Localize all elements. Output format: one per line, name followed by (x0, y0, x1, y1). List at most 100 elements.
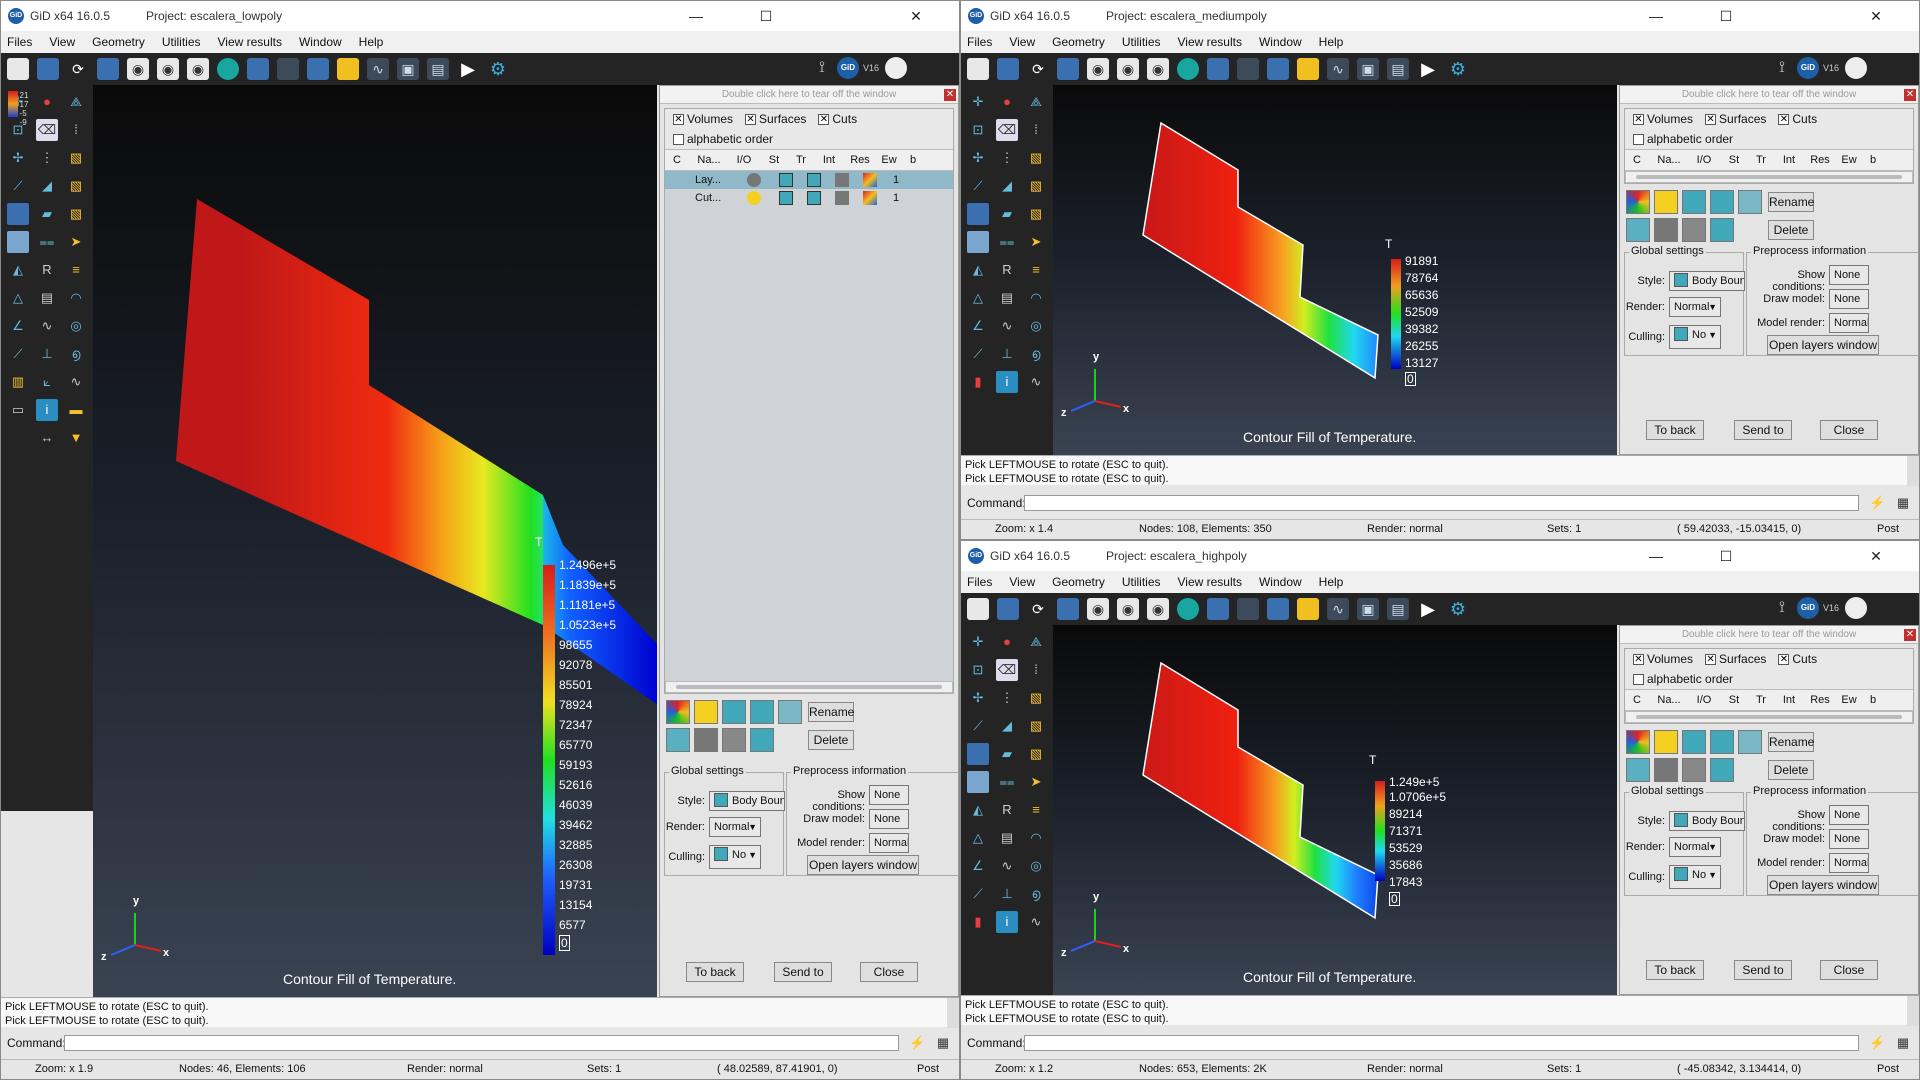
menu-window[interactable]: Window (1259, 35, 1302, 49)
settings-gear-icon[interactable]: ⚙ (1447, 58, 1469, 80)
measure-icon[interactable]: ⟟ (1779, 599, 1785, 617)
doc-icon[interactable]: ▤ (36, 287, 58, 309)
minimize-button[interactable]: — (1633, 541, 1679, 571)
col-tr[interactable]: Tr (789, 154, 813, 166)
grid-icon[interactable]: ▦ (1895, 1035, 1911, 1051)
contour-icon[interactable]: ◎ (65, 315, 87, 337)
stripes-icon[interactable]: ▧ (65, 147, 87, 169)
cut-plane-icon[interactable]: ◢ (996, 715, 1018, 737)
rotate-icon[interactable]: ✢ (967, 687, 989, 709)
frame-style-icon[interactable] (1710, 730, 1734, 754)
line-icon[interactable]: ⟋ (967, 715, 989, 737)
style-icon[interactable] (779, 173, 793, 187)
bulb-toggle-icon[interactable] (694, 700, 718, 724)
curve-icon[interactable]: ∠ (967, 315, 989, 337)
menu-utilities[interactable]: Utilities (162, 35, 201, 49)
refresh-icon[interactable]: ⟳ (67, 58, 89, 80)
prism-icon[interactable]: ◭ (967, 799, 989, 821)
style-select[interactable]: Body Bound (1669, 811, 1745, 831)
stripes2-icon[interactable]: ▧ (1025, 175, 1047, 197)
arrow-yellow-icon[interactable]: ➤ (1025, 231, 1047, 253)
volumes-checkbox[interactable]: ✕ (1633, 113, 1644, 125)
white-box-icon[interactable] (750, 728, 774, 752)
open-folder-icon[interactable] (37, 58, 59, 80)
equals-icon[interactable]: ⩵ (36, 231, 58, 253)
stripes-icon[interactable]: ▧ (1025, 147, 1047, 169)
bulb-dark-icon[interactable] (1654, 758, 1678, 782)
graph-icon[interactable]: ∿ (1327, 58, 1349, 80)
square-icon[interactable] (7, 203, 29, 225)
model-render-select[interactable]: Normal (869, 833, 909, 853)
panel-close-button[interactable]: Close (860, 962, 918, 982)
minimize-button[interactable]: — (1633, 1, 1679, 31)
frame-style-icon[interactable] (750, 700, 774, 724)
record-icon[interactable]: ● (996, 631, 1018, 653)
col-io[interactable]: I/O (729, 154, 759, 166)
col-int[interactable]: Int (1773, 154, 1805, 166)
surface-icon[interactable] (967, 771, 989, 793)
frame-icon[interactable]: ▣ (1357, 598, 1379, 620)
xy-axes-icon[interactable]: ⊥ (36, 343, 58, 365)
alphabetic-checkbox[interactable] (1633, 133, 1644, 145)
white-box-icon[interactable] (1710, 758, 1734, 782)
layer-row[interactable]: Lay... 1 (665, 171, 953, 189)
triangle-mesh-icon[interactable]: ⟁ (65, 91, 87, 113)
play-icon[interactable]: ▶ (1417, 598, 1439, 620)
mesh-style-icon[interactable] (722, 700, 746, 724)
new-file-icon[interactable] (967, 598, 989, 620)
crosshair-icon[interactable]: ✛ (967, 631, 989, 653)
send-to-button[interactable]: Send to (774, 962, 832, 982)
menu-view[interactable]: View (1009, 35, 1035, 49)
menu-help[interactable]: Help (1319, 575, 1344, 589)
menu-window[interactable]: Window (1259, 575, 1302, 589)
surface-icon[interactable] (7, 231, 29, 253)
menu-utilities[interactable]: Utilities (1122, 575, 1161, 589)
layers-icon[interactable] (1267, 598, 1289, 620)
col-st[interactable]: St (1719, 694, 1749, 706)
curve-icon[interactable]: ∠ (967, 855, 989, 877)
view-eye-icon[interactable]: ◉ (127, 58, 149, 80)
wave-icon[interactable]: ∿ (36, 315, 58, 337)
info-icon[interactable]: i (36, 399, 58, 421)
bulb-dark-icon[interactable] (1654, 218, 1678, 242)
refresh-icon[interactable]: ⟳ (1027, 598, 1049, 620)
style-select[interactable]: Body Bound (709, 791, 785, 811)
stripes3-icon[interactable]: ▧ (1025, 203, 1047, 225)
col-int[interactable]: Int (1773, 694, 1805, 706)
surfaces-checkbox[interactable]: ✕ (1705, 653, 1717, 665)
menu-view[interactable]: View (49, 35, 75, 49)
color-wheel-icon[interactable] (666, 700, 690, 724)
settings-gear-icon[interactable]: ⚙ (487, 58, 509, 80)
node-icon[interactable]: ⊡ (967, 119, 989, 141)
tear-off-bar[interactable]: Double click here to tear off the window… (660, 86, 958, 104)
status-scrollbar[interactable] (1907, 996, 1919, 1026)
small-box-icon[interactable] (666, 728, 690, 752)
culling-select[interactable]: No ▼ (1669, 865, 1721, 889)
measure-line-icon[interactable]: ⟋ (967, 883, 989, 905)
layers-icon[interactable] (1267, 58, 1289, 80)
col-b[interactable]: b (903, 154, 923, 166)
col-st[interactable]: St (1719, 154, 1749, 166)
col-ew[interactable]: Ew (875, 154, 903, 166)
graph-icon[interactable]: ∿ (367, 58, 389, 80)
eraser-icon[interactable]: ⌫ (996, 659, 1018, 681)
draw-model-select[interactable]: None (869, 809, 909, 829)
show-conditions-select[interactable]: None (869, 785, 909, 805)
view-eye3-icon[interactable]: ◉ (187, 58, 209, 80)
menu-help[interactable]: Help (359, 35, 384, 49)
view-eye3-icon[interactable]: ◉ (1147, 598, 1169, 620)
model-render-select[interactable]: Normal (1829, 853, 1869, 873)
eraser-icon[interactable]: ⌫ (996, 119, 1018, 141)
graphics-viewport[interactable]: T 1.249e+5 1.0706e+5 89214 71371 53529 3… (1053, 625, 1617, 995)
tear-off-bar[interactable]: Double click here to tear off the window… (1620, 86, 1918, 104)
menu-files[interactable]: Files (7, 35, 32, 49)
binoculars-icon[interactable] (1237, 58, 1259, 80)
record-icon[interactable]: ● (36, 91, 58, 113)
surface-icon[interactable] (967, 231, 989, 253)
pencil-icon[interactable] (1297, 58, 1319, 80)
r-icon[interactable]: R (36, 259, 58, 281)
cuts-checkbox[interactable]: ✕ (1778, 113, 1790, 125)
cut-plane-icon[interactable]: ◢ (996, 175, 1018, 197)
play-icon[interactable]: ▶ (1417, 58, 1439, 80)
dotted-icon[interactable]: ⁞ (1025, 119, 1047, 141)
